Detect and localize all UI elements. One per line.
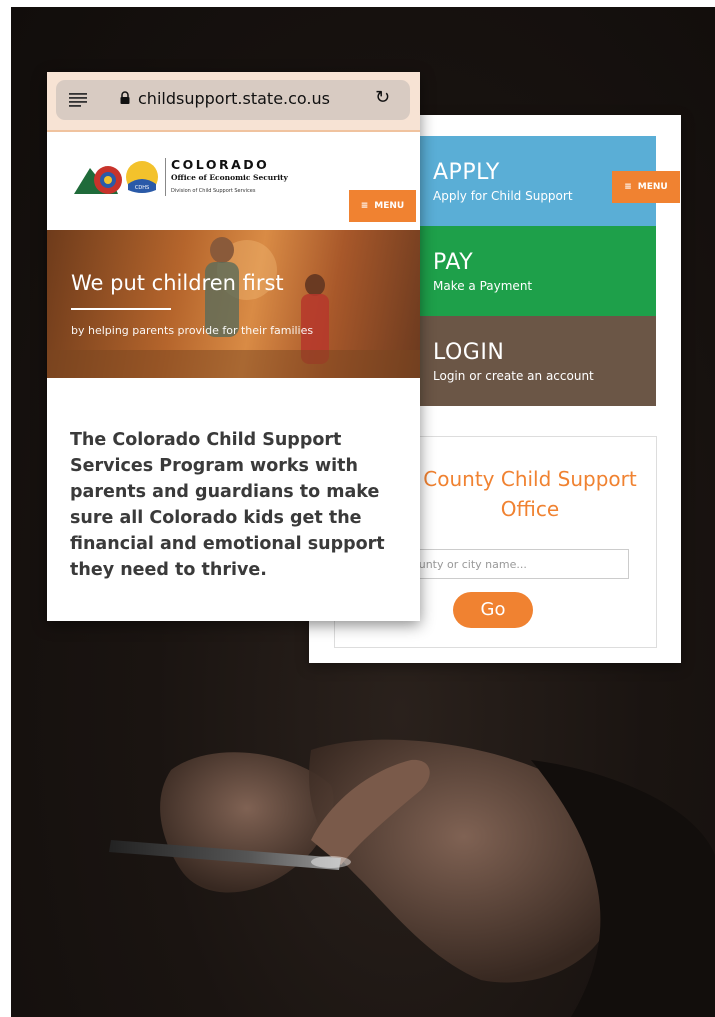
county-search-input[interactable]: ounty or city name... [401, 549, 629, 579]
menu-label: MENU [374, 201, 405, 211]
menu-button-back[interactable]: ≡ MENU [612, 171, 680, 203]
hamburger-icon: ≡ [360, 201, 369, 211]
brand-subtitle: Office of Economic Security [171, 173, 288, 182]
pay-subtitle: Make a Payment [433, 279, 533, 293]
logo-divider [165, 158, 166, 196]
lock-icon [120, 91, 130, 104]
login-subtitle: Login or create an account [433, 369, 594, 383]
svg-text:CDHS: CDHS [135, 185, 149, 191]
pay-tile[interactable]: PAY Make a Payment [418, 226, 656, 316]
hero-divider [71, 308, 171, 310]
apply-title: APPLY [433, 160, 500, 185]
hero-banner: We put children first by helping parents… [47, 230, 420, 378]
login-tile[interactable]: LOGIN Login or create an account [418, 316, 656, 406]
hero-headline: We put children first [71, 271, 284, 295]
brand-title: COLORADO [171, 157, 270, 172]
front-phone-screen: childsupport.state.co.us ↻ CDHS COLORADO… [47, 72, 420, 621]
apply-subtitle: Apply for Child Support [433, 189, 573, 203]
hero-tagline: by helping parents provide for their fam… [71, 324, 314, 337]
menu-button-front[interactable]: ≡ MENU [349, 190, 416, 222]
url-text: childsupport.state.co.us [138, 89, 330, 108]
menu-label: MENU [637, 182, 668, 192]
pay-title: PAY [433, 250, 474, 275]
hands-holding-phone-illustration [109, 739, 715, 1017]
login-title: LOGIN [433, 340, 505, 365]
hero-photo [47, 237, 420, 378]
colorado-logo: CDHS [74, 161, 158, 194]
intro-paragraph: The Colorado Child Support Services Prog… [70, 430, 385, 580]
brand-division: Division of Child Support Services [171, 188, 256, 194]
reload-icon[interactable]: ↻ [375, 89, 390, 107]
go-button[interactable]: Go [453, 592, 533, 628]
county-search-title: County Child Support Office [423, 467, 637, 521]
hamburger-icon: ≡ [624, 182, 632, 192]
browser-address-bar: childsupport.state.co.us ↻ [47, 72, 420, 132]
reader-list-icon[interactable] [69, 93, 87, 107]
